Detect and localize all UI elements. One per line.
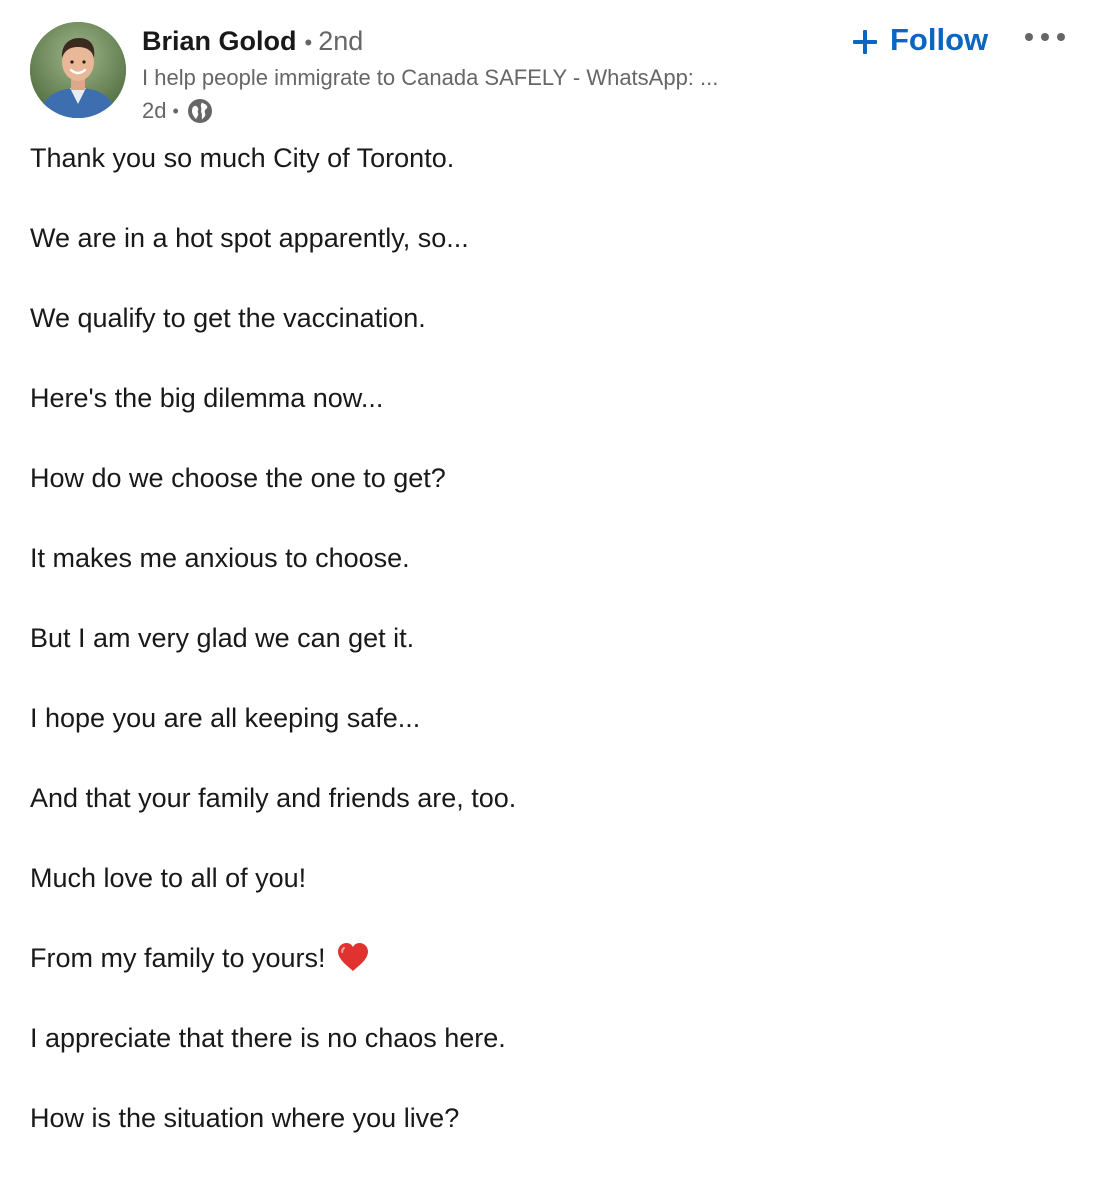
line-text: How do we choose the one to get? xyxy=(30,463,446,493)
red-heart-icon xyxy=(336,941,370,973)
line-text: We are in a hot spot apparently, so... xyxy=(30,223,469,253)
avatar[interactable] xyxy=(30,22,126,118)
post-meta: 2d • xyxy=(142,96,822,126)
feed-post: Brian Golod • 2nd I help people immigrate … xyxy=(0,0,1094,1176)
post-line: I appreciate that there is no chaos here… xyxy=(30,1020,1060,1100)
globe-icon xyxy=(187,98,213,124)
post-actor: Brian Golod • 2nd I help people immigrate … xyxy=(142,24,822,126)
meta-separator: • xyxy=(172,101,179,121)
post-line: We are in a hot spot apparently, so... xyxy=(30,220,1060,300)
post-line: I hope you are all keeping safe... xyxy=(30,700,1060,780)
follow-button[interactable]: Follow xyxy=(852,18,988,62)
line-text: We qualify to get the vaccination. xyxy=(30,303,426,333)
profile-photo xyxy=(30,22,126,118)
line-text: How is the situation where you live? xyxy=(30,1103,460,1133)
post-text: Thank you so much City of Toronto. We ar… xyxy=(30,140,1060,1180)
plus-icon xyxy=(852,27,878,54)
post-line: Here's the big dilemma now... xyxy=(30,380,1060,460)
follow-label: Follow xyxy=(890,22,989,57)
line-text: Here's the big dilemma now... xyxy=(30,383,384,413)
name-separator: • xyxy=(304,30,313,55)
post-line: How is the situation where you live? xyxy=(30,1100,1060,1180)
line-text: Much love to all of you! xyxy=(30,863,307,893)
actor-name[interactable]: Brian Golod xyxy=(142,26,297,56)
post-line: It makes me anxious to choose. xyxy=(30,540,1060,620)
post-time[interactable]: 2d xyxy=(142,96,166,126)
line-text: Thank you so much City of Toronto. xyxy=(30,143,455,173)
line-text: It makes me anxious to choose. xyxy=(30,543,410,573)
post-line: But I am very glad we can get it. xyxy=(30,620,1060,700)
more-options-button[interactable] xyxy=(1020,26,1070,50)
post-line: And that your family and friends are, to… xyxy=(30,780,1060,860)
post-line: From my family to yours! xyxy=(30,940,1060,1020)
line-text: I appreciate that there is no chaos here… xyxy=(30,1023,506,1053)
connection-degree: 2nd xyxy=(318,26,364,56)
post-line: We qualify to get the vaccination. xyxy=(30,300,1060,380)
post-line: How do we choose the one to get? xyxy=(30,460,1060,540)
line-text: But I am very glad we can get it. xyxy=(30,623,415,653)
more-horizontal-icon xyxy=(1023,29,1067,47)
line-text: I hope you are all keeping safe... xyxy=(30,703,421,733)
actor-name-line: Brian Golod • 2nd xyxy=(142,24,822,60)
post-line: Much love to all of you! xyxy=(30,860,1060,940)
actor-headline[interactable]: I help people immigrate to Canada SAFELY… xyxy=(142,62,802,94)
line-text: From my family to yours! xyxy=(30,943,326,973)
line-text: And that your family and friends are, to… xyxy=(30,783,517,813)
post-line: Thank you so much City of Toronto. xyxy=(30,140,1060,220)
